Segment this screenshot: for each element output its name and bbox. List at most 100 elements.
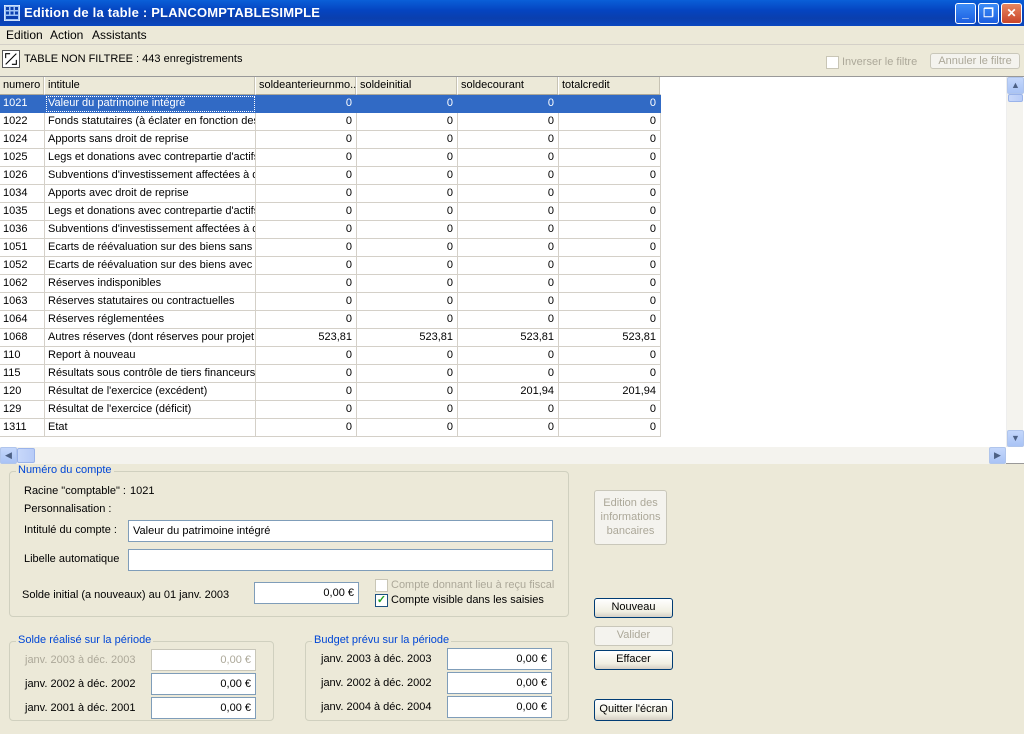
table-cell[interactable]: 0 [256,275,357,293]
table-cell[interactable]: Autres réserves (dont réserves pour proj… [45,329,256,347]
table-row[interactable]: 1063 Réserves statutaires ou contractuell… [0,293,661,311]
table-cell[interactable]: Valeur du patrimoine intégré [45,95,256,113]
solde-realise-value[interactable]: 0,00 € [151,697,256,719]
menu-edition[interactable]: Edition [6,28,43,42]
table-cell[interactable]: 0 [357,95,458,113]
quitter-button[interactable]: Quitter l'écran [594,699,673,721]
table-cell[interactable]: 0 [256,419,357,437]
column-header-4[interactable]: soldecourant [458,77,559,95]
table-row[interactable]: 1021 Valeur du patrimoine intégré 0 0 0 0 [0,95,661,113]
table-cell[interactable]: 0 [256,167,357,185]
table-cell[interactable]: 0 [458,221,559,239]
solde-realise-value[interactable]: 0,00 € [151,673,256,695]
table-cell[interactable]: 0 [357,221,458,239]
table-cell[interactable]: 0 [458,131,559,149]
table-cell[interactable]: 110 [0,347,45,365]
table-cell[interactable]: 0 [458,275,559,293]
table-cell[interactable]: 0 [559,203,661,221]
table-cell[interactable]: 0 [256,239,357,257]
table-cell[interactable]: 0 [559,149,661,167]
menu-assistants[interactable]: Assistants [92,28,147,42]
nouveau-button[interactable]: Nouveau [594,598,673,618]
table-cell[interactable]: 0 [559,293,661,311]
table-cell[interactable]: 0 [559,185,661,203]
table-cell[interactable]: Résultat de l'exercice (déficit) [45,401,256,419]
table-cell[interactable]: 0 [357,167,458,185]
table-row[interactable]: 1062 Réserves indisponibles 0 0 0 0 [0,275,661,293]
table-cell[interactable]: 0 [357,239,458,257]
table-cell[interactable]: 0 [256,131,357,149]
table-cell[interactable]: 0 [256,401,357,419]
table-cell[interactable]: 201,94 [559,383,661,401]
table-cell[interactable]: Réserves indisponibles [45,275,256,293]
scroll-down-icon[interactable]: ▼ [1007,430,1024,447]
table-cell[interactable]: 1311 [0,419,45,437]
table-cell[interactable]: 0 [357,347,458,365]
table-cell[interactable]: 0 [357,383,458,401]
table-row[interactable]: 110 Report à nouveau 0 0 0 0 [0,347,661,365]
table-cell[interactable]: Réserves réglementées [45,311,256,329]
table-cell[interactable]: 0 [256,383,357,401]
table-cell[interactable]: 1022 [0,113,45,131]
horizontal-scrollbar[interactable]: ◀ ▶ [0,447,1006,464]
table-row[interactable]: 115 Résultats sous contrôle de tiers fina… [0,365,661,383]
table-cell[interactable]: 0 [256,257,357,275]
table-cell[interactable]: 1034 [0,185,45,203]
table-cell[interactable]: 0 [458,95,559,113]
table-row[interactable]: 1034 Apports avec droit de reprise 0 0 0 0 [0,185,661,203]
table-cell[interactable]: 0 [559,113,661,131]
table-cell[interactable]: 0 [559,365,661,383]
title-bar[interactable]: Edition de la table : PLANCOMPTABLESIMPL… [0,0,1024,26]
invert-filter-checkbox[interactable] [826,56,839,69]
table-cell[interactable]: 523,81 [559,329,661,347]
table-cell[interactable]: 120 [0,383,45,401]
table-cell[interactable]: 0 [559,275,661,293]
table-cell[interactable]: 0 [256,149,357,167]
table-cell[interactable]: 0 [357,293,458,311]
table-cell[interactable]: Ecarts de réévaluation sur des biens san… [45,239,256,257]
column-header-0[interactable]: numero [0,77,45,95]
table-cell[interactable]: 1025 [0,149,45,167]
table-cell[interactable]: 0 [559,221,661,239]
table-cell[interactable]: 0 [559,419,661,437]
libelle-input[interactable] [128,549,553,571]
table-cell[interactable]: Report à nouveau [45,347,256,365]
table-cell[interactable]: 1062 [0,275,45,293]
table-cell[interactable]: 0 [559,401,661,419]
table-cell[interactable]: Apports avec droit de reprise [45,185,256,203]
table-cell[interactable]: 523,81 [458,329,559,347]
budget-value[interactable]: 0,00 € [447,648,552,670]
table-cell[interactable]: Fonds statutaires (à éclater en fonction… [45,113,256,131]
table-cell[interactable]: 0 [458,167,559,185]
table-cell[interactable]: Réserves statutaires ou contractuelles [45,293,256,311]
table-cell[interactable]: 0 [357,275,458,293]
table-row[interactable]: 1035 Legs et donations avec contrepartie … [0,203,661,221]
table-cell[interactable]: 0 [559,95,661,113]
table-cell[interactable]: 0 [458,311,559,329]
table-cell[interactable]: 0 [458,401,559,419]
table-cell[interactable]: 0 [458,293,559,311]
table-cell[interactable]: Legs et donations avec contrepartie d'ac… [45,149,256,167]
valider-button[interactable]: Valider [594,626,673,646]
table-cell[interactable]: 0 [357,113,458,131]
table-cell[interactable]: 115 [0,365,45,383]
horizontal-scroll-thumb[interactable] [17,448,35,463]
table-cell[interactable]: 0 [458,113,559,131]
effacer-button[interactable]: Effacer [594,650,673,670]
table-cell[interactable]: 0 [458,203,559,221]
table-cell[interactable]: 0 [357,401,458,419]
table-row[interactable]: 1064 Réserves réglementées 0 0 0 0 [0,311,661,329]
table-cell[interactable]: 0 [357,365,458,383]
bank-info-button[interactable]: Edition des informations bancaires [594,490,667,545]
column-header-1[interactable]: intitule [45,77,256,95]
table-cell[interactable]: 1021 [0,95,45,113]
table-cell[interactable]: Ecarts de réévaluation sur des biens ave… [45,257,256,275]
column-header-2[interactable]: soldeanterieurnmo... [256,77,357,95]
table-cell[interactable]: 1036 [0,221,45,239]
table-cell[interactable]: 523,81 [357,329,458,347]
table-cell[interactable]: 0 [256,365,357,383]
vertical-scrollbar[interactable]: ▲ ▼ [1006,77,1024,447]
table-cell[interactable]: Etat [45,419,256,437]
table-row[interactable]: 1025 Legs et donations avec contrepartie … [0,149,661,167]
table-cell[interactable]: 0 [357,203,458,221]
